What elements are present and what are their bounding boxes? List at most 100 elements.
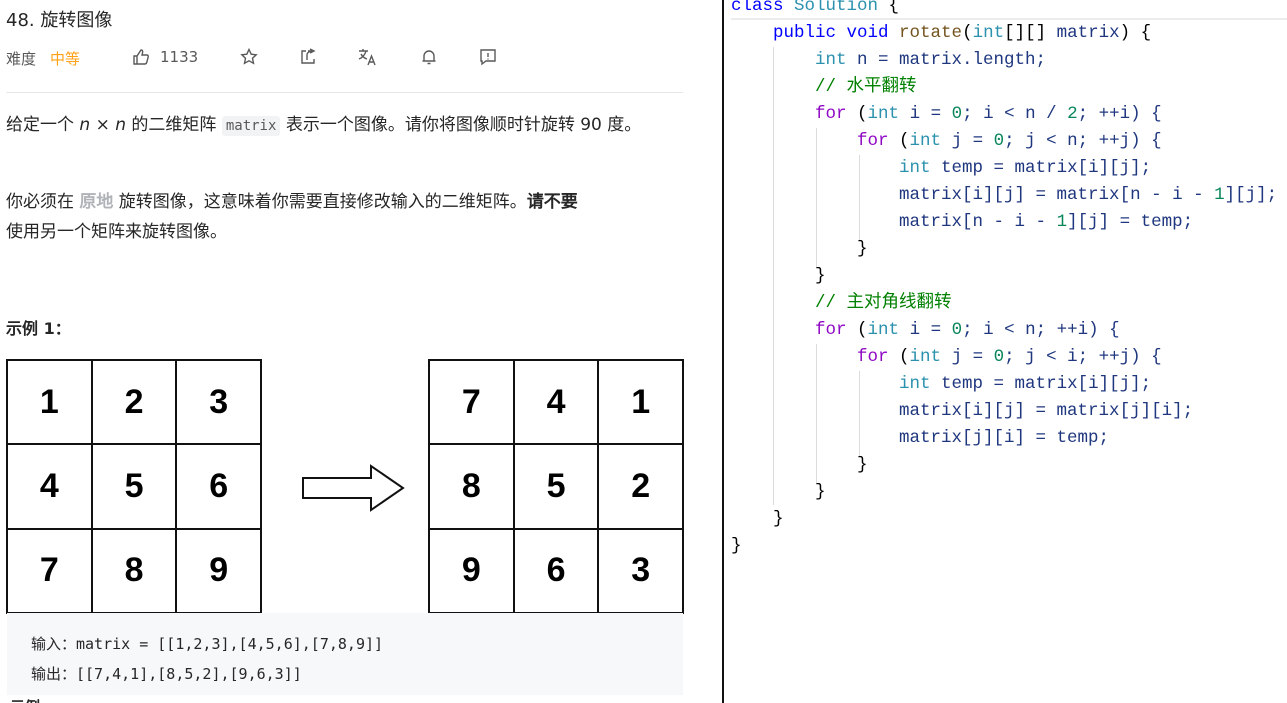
code-token: // 水平翻转 [731, 77, 917, 97]
code-token: [][] [1004, 23, 1057, 43]
code-token: for [731, 104, 858, 124]
code-token: 1 [1056, 212, 1068, 232]
arrow-right-icon [302, 464, 405, 512]
text: 给定一个 [6, 115, 80, 135]
code-line: for (int j = 0; j < n; ++j) { [731, 128, 1277, 155]
like-count: 1133 [160, 48, 199, 66]
code-token: 0 [993, 131, 1005, 151]
code-token: // 主对角线翻转 [731, 293, 952, 313]
code-line: for (int i = 0; i < n; ++i) { [731, 317, 1277, 344]
code-token: matrix[j][i] = temp; [731, 428, 1110, 448]
text: 表示一个图像。请你将图像顺时针旋转 90 度。 [280, 115, 642, 135]
matrix-cell: 4 [513, 360, 599, 445]
code-token: ; i < n / [962, 104, 1068, 124]
in-place-link[interactable]: 原地 [79, 192, 113, 212]
input-matrix-image: 123456789 [6, 359, 263, 614]
feedback-icon[interactable] [477, 46, 499, 68]
code-line: } [731, 236, 1277, 263]
code-token: } [731, 266, 826, 286]
matrix-cell: 2 [91, 360, 177, 445]
code-token: int [867, 104, 910, 124]
code-token: ( [857, 104, 868, 124]
code-token: 1 [1214, 185, 1225, 205]
code-token: for [731, 131, 900, 151]
code-line: // 主对角线翻转 [731, 290, 1277, 317]
code-line: public void rotate(int[][] matrix) { [731, 20, 1277, 47]
code-token: rotate [899, 23, 963, 43]
matrix-cell: 8 [429, 444, 514, 529]
code-token: ( [899, 347, 910, 367]
code-token: int [909, 131, 952, 151]
code-line: } [731, 533, 1277, 560]
problem-panel: 48. 旋转图像 难度 中等 1133 给定一个 n × n 的二维矩阵 mat… [0, 0, 700, 703]
matrix-cell: 1 [7, 360, 92, 445]
difficulty-label: 难度 [6, 49, 37, 68]
matrix-cell: 9 [176, 528, 262, 613]
difficulty-row: 难度 中等 [6, 46, 80, 70]
code-token: int [867, 320, 910, 340]
code-token: ; j < n; ++j) { [1004, 131, 1162, 151]
code-line: matrix[i][j] = matrix[n - i - 1][j]; [731, 182, 1277, 209]
share-icon[interactable] [297, 46, 319, 68]
example-block: 输入：matrix = [[1,2,3],[4,5,6],[7,8,9]] 输出… [7, 613, 683, 695]
code-token: } [731, 509, 784, 529]
description-paragraph-1: 给定一个 n × n 的二维矩阵 matrix 表示一个图像。请你将图像顺时针旋… [6, 110, 676, 141]
matrix-cell: 6 [176, 444, 262, 529]
code-token: } [731, 455, 868, 475]
output-matrix-image: 741852963 [428, 359, 685, 614]
translate-icon[interactable] [357, 46, 379, 68]
code-token: void [846, 23, 900, 43]
code-token: int [731, 374, 942, 394]
code-token: temp = matrix[i][j]; [941, 374, 1152, 394]
code-line: } [731, 479, 1277, 506]
code-token: } [731, 482, 826, 502]
code-token: Solution [794, 0, 889, 16]
matrix-cell: 5 [513, 444, 599, 529]
bell-icon[interactable] [418, 46, 440, 68]
divider [6, 92, 683, 93]
text: 旋转图像，这意味着你需要直接修改输入的二维矩阵。 [113, 192, 527, 212]
code-token: ; j < i; ++j) { [1004, 347, 1162, 367]
matrix-cell: 1 [598, 360, 684, 445]
code-token: 0 [951, 104, 963, 124]
code-token: class [731, 0, 795, 16]
code-token: matrix[i][j] = matrix[j][i]; [731, 401, 1194, 421]
code-token: int [731, 50, 858, 70]
code-token: ; ++i) { [1077, 104, 1162, 124]
matrix-cell: 3 [176, 360, 262, 445]
description-paragraph-2: 你必须在 原地 旋转图像，这意味着你需要直接修改输入的二维矩阵。请不要 使用另一个… [6, 187, 676, 247]
code-token: ( [962, 23, 973, 43]
code-token: 0 [993, 347, 1005, 367]
code-token: ( [899, 131, 910, 151]
text: 使用另一个矩阵来旋转图像。 [6, 222, 227, 242]
code-token: for [731, 347, 900, 367]
code-token: int [731, 158, 942, 178]
code-line: matrix[i][j] = matrix[j][i]; [731, 398, 1277, 425]
code-line: matrix[j][i] = temp; [731, 425, 1277, 452]
text: 你必须在 [6, 192, 80, 212]
star-icon[interactable] [238, 46, 260, 68]
matrix-cell: 8 [91, 528, 177, 613]
code-token: j = [951, 131, 994, 151]
code-token: 2 [1067, 104, 1078, 124]
code-token: i = [909, 104, 952, 124]
example-output: 输出：[[7,4,1],[8,5,2],[9,6,3]] [31, 665, 302, 683]
code-editor[interactable]: class Solution { public void rotate(int[… [731, 0, 1277, 560]
code-token: ][j]; [1224, 185, 1278, 205]
pane-divider[interactable] [722, 0, 724, 703]
difficulty-badge: 中等 [50, 49, 81, 68]
thumbs-up-icon[interactable] [130, 46, 152, 68]
code-token: ; i < n; ++i) { [962, 320, 1120, 340]
code-token: ) { [1119, 23, 1152, 43]
code-line: // 水平翻转 [731, 74, 1277, 101]
next-example-title: 示例 [10, 696, 40, 703]
matrix-cell: 4 [7, 444, 92, 529]
matrix-cell: 7 [7, 528, 92, 613]
math-n: n [79, 115, 91, 135]
inline-code: matrix [221, 116, 281, 136]
code-token: for [731, 320, 858, 340]
code-line: } [731, 506, 1277, 533]
code-line: } [731, 452, 1277, 479]
code-line: int temp = matrix[i][j]; [731, 371, 1277, 398]
text: 的二维矩阵 [126, 115, 222, 135]
